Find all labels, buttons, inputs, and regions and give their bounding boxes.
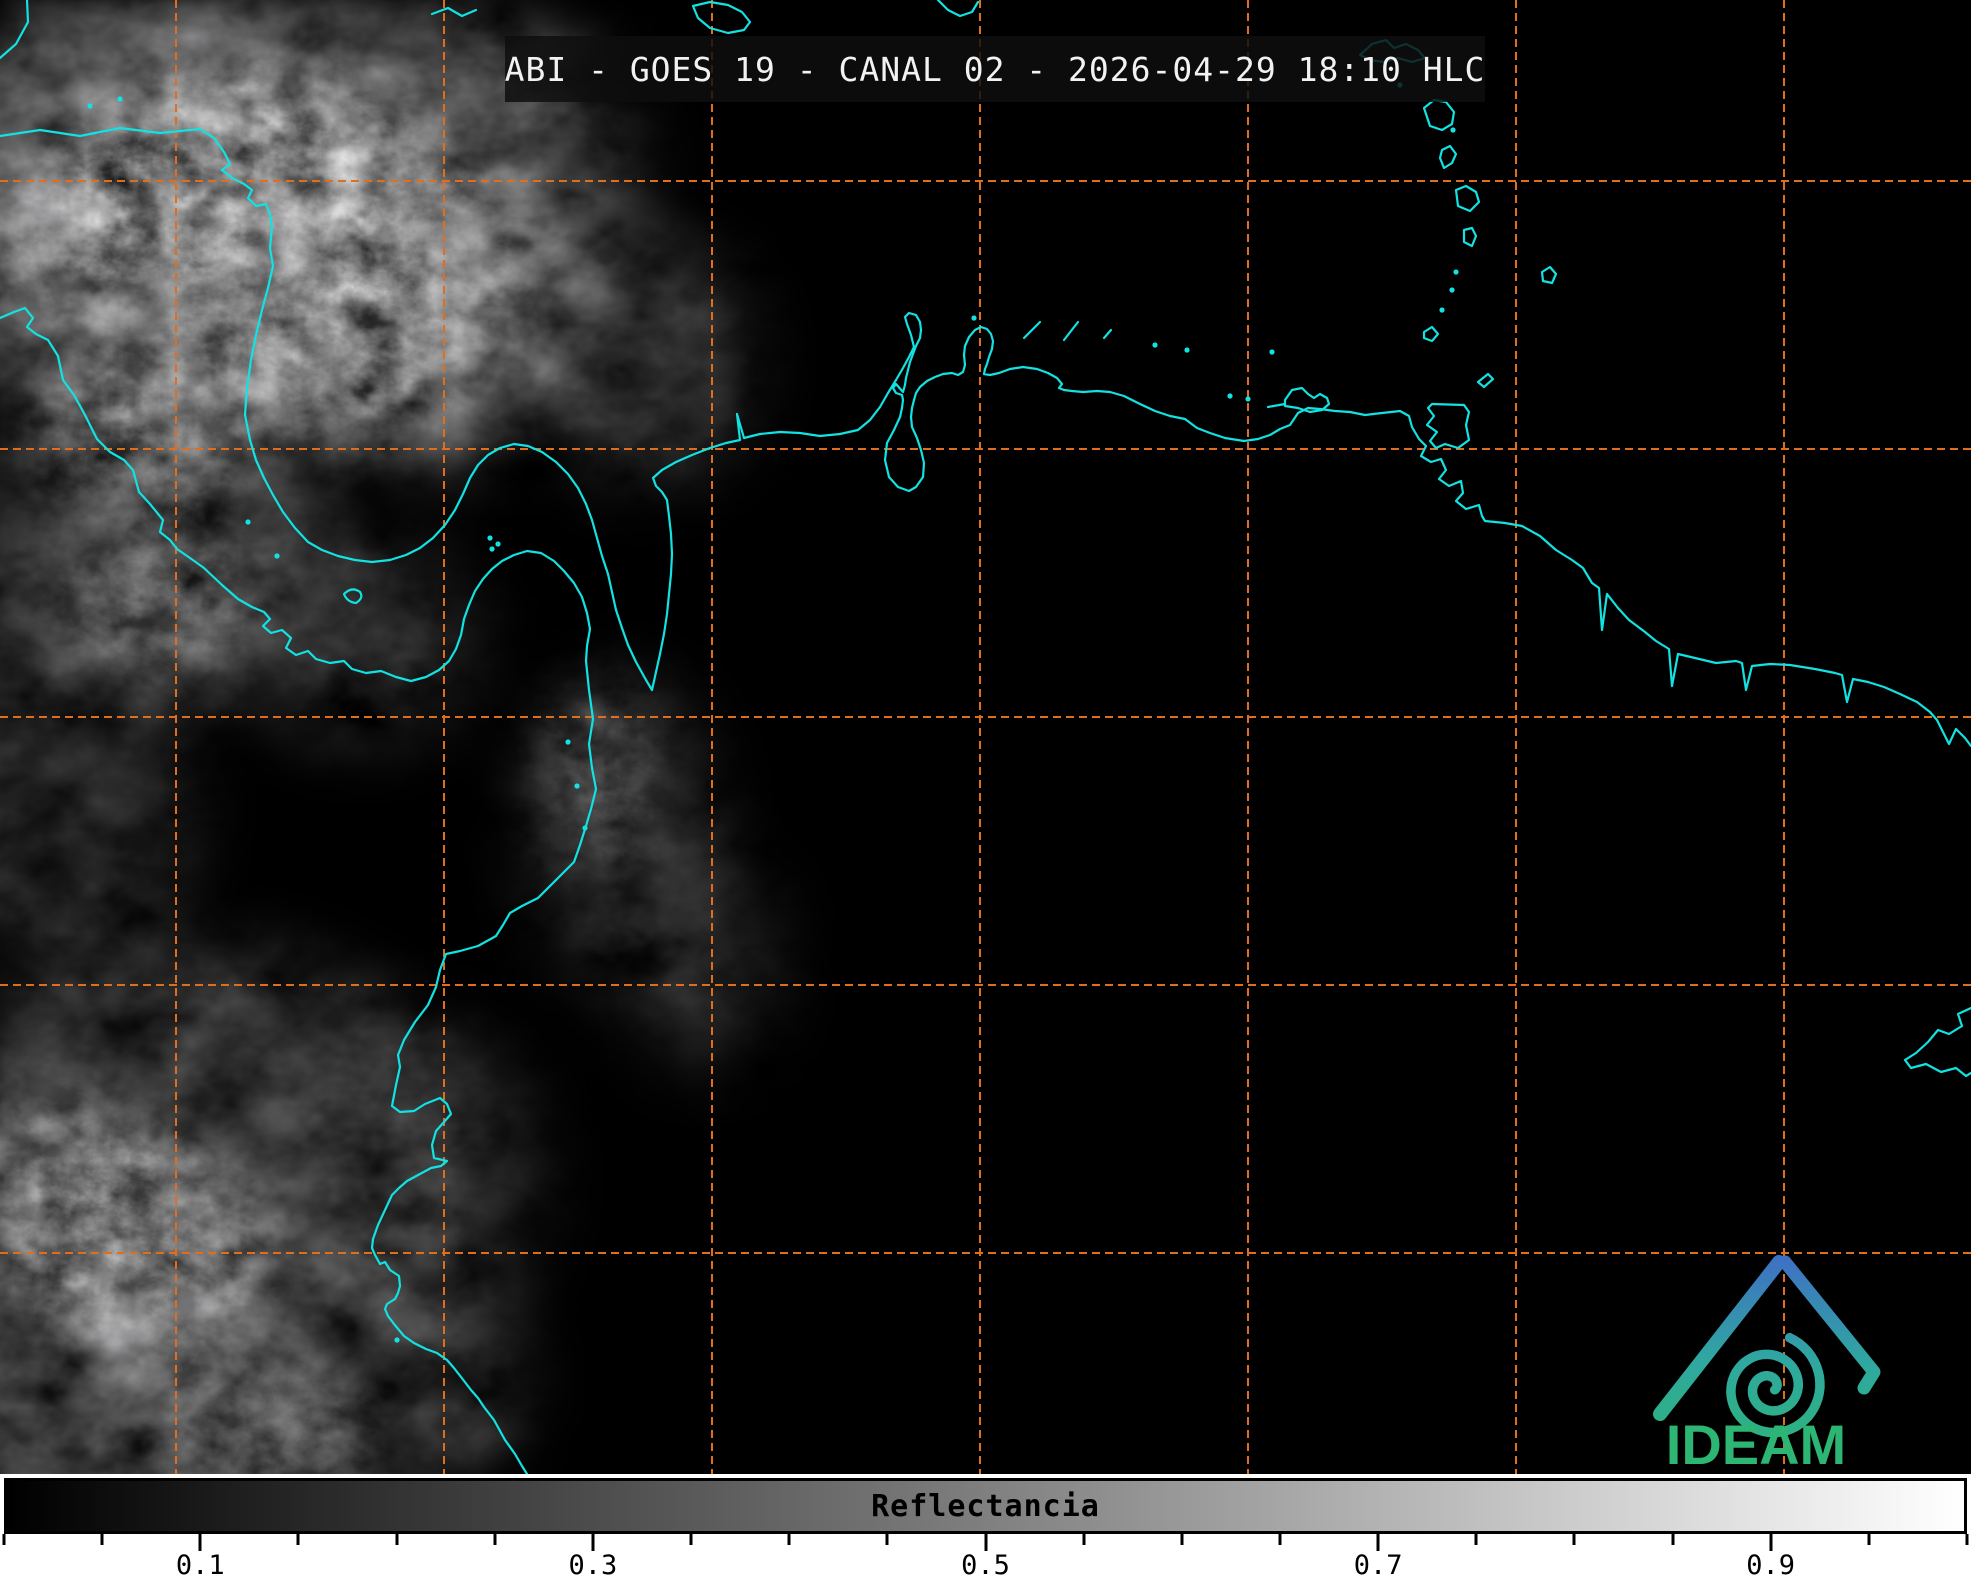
island-dot [1184,347,1189,352]
island-dot [495,541,500,546]
island-dot [394,1337,399,1342]
colorbar-tick [1180,1534,1183,1545]
logo-wordmark: IDEAM [1666,1413,1846,1474]
colorbar-tick [1769,1534,1772,1551]
colorbar-tick-label: 0.5 [961,1550,1010,1577]
colorbar-tick [297,1534,300,1545]
satellite-map: IDEAM [0,0,1971,1474]
colorbar-tick-label: 0.3 [569,1550,618,1577]
island-dot [274,553,279,558]
island-dot [1449,287,1454,292]
colorbar-tick [1867,1534,1870,1545]
island-dot [1245,396,1250,401]
colorbar-tick-label: 0.7 [1354,1550,1403,1577]
colorbar-tick [101,1534,104,1545]
colorbar-gradient: Reflectancia [4,1478,1967,1534]
colorbar-tick [1966,1534,1969,1545]
island-dot [1453,269,1458,274]
colorbar-tick [1377,1534,1380,1551]
colorbar-tick-label: 0.9 [1746,1550,1795,1577]
colorbar-tick [1671,1534,1674,1545]
island-dot [971,315,976,320]
island-dot [489,546,494,551]
island-dot [1152,342,1157,347]
colorbar-tick [788,1534,791,1545]
colorbar-tick [3,1534,6,1545]
colorbar-tick-label: 0.1 [176,1550,225,1577]
island-dot [574,783,579,788]
colorbar-tick [690,1534,693,1545]
image-title-bar: ABI - GOES 19 - CANAL 02 - 2026-04-29 18… [505,36,1485,102]
colorbar-tick [886,1534,889,1545]
island-dot [487,535,492,540]
colorbar-tick [1082,1534,1085,1545]
colorbar-tick [984,1534,987,1551]
colorbar-tick [591,1534,594,1551]
colorbar-label: Reflectancia [871,1489,1100,1524]
colorbar-tick [493,1534,496,1545]
colorbar-tick-labels: 0.1 0.3 0.5 0.7 0.9 [4,1550,1967,1576]
island-dot [1450,127,1455,132]
island-dot [565,739,570,744]
image-title: ABI - GOES 19 - CANAL 02 - 2026-04-29 18… [505,50,1486,89]
island-dot [1439,307,1444,312]
island-dot [245,519,250,524]
colorbar: Reflectancia 0.1 0.3 0.5 0.7 0.9 [0,1474,1971,1577]
colorbar-tick [1278,1534,1281,1545]
satellite-image-viewer: IDEAM ABI - GOES 19 - CANAL 02 - 2026-04… [0,0,1971,1577]
island-dot [582,825,587,830]
colorbar-tick [1475,1534,1478,1545]
colorbar-tick [1573,1534,1576,1545]
island-dot [1227,393,1232,398]
island-dot [87,103,92,108]
island-dot [1269,349,1274,354]
colorbar-tick [199,1534,202,1551]
colorbar-tick [395,1534,398,1545]
cloud-layer [0,0,1971,1474]
island-dot [117,96,122,101]
